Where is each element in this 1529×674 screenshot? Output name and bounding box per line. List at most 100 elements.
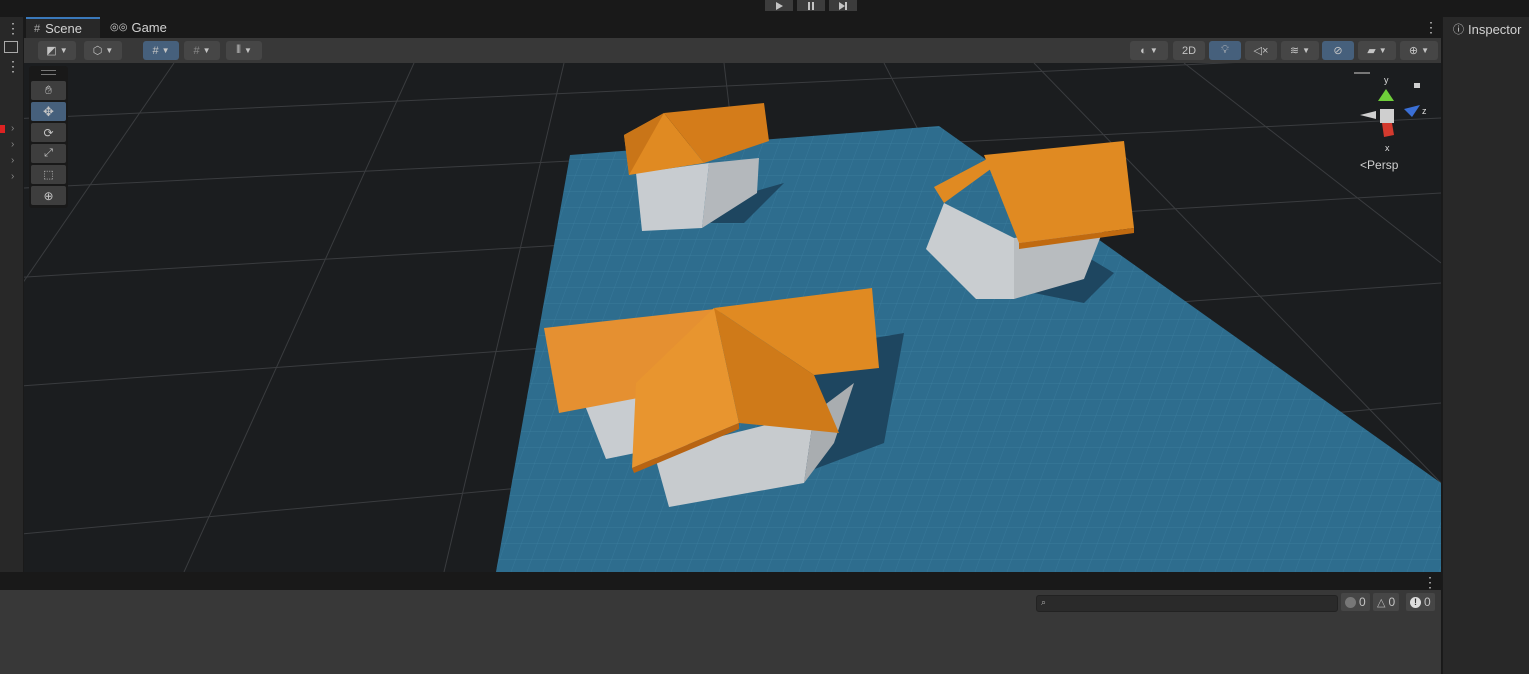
error-icon: ! <box>1410 596 1421 608</box>
scene-toolbar: ◩ ▼ ⬡ ▼ # ▼ # ▼ ⦀ ▼ ◐ ▼ 2D 💡︎ ◁× ≋ ▼ ⊘ ▰… <box>24 38 1441 64</box>
more-options-icon[interactable]: ⋮ <box>1423 575 1437 589</box>
chevron-down-icon: ▼ <box>1421 46 1430 55</box>
orientation-gizmo[interactable]: y z x <box>1354 71 1434 171</box>
info-count: 0 <box>1359 595 1366 609</box>
scale-tool-button[interactable]: ⤢ <box>31 144 66 163</box>
gizmo-z-label: z <box>1422 106 1427 116</box>
info-icon: ⓘ <box>1453 24 1464 36</box>
transform-tool-button[interactable]: ⊕ <box>31 186 66 205</box>
sphere-icon: ◐ <box>1140 44 1147 57</box>
pause-button[interactable] <box>797 0 825 11</box>
grid-snapping-toggle[interactable]: # ▼ <box>184 41 220 60</box>
hand-tool-button[interactable]: ✋︎ <box>31 81 66 100</box>
y-axis-cone <box>1378 89 1394 101</box>
gizmo-y-label: y <box>1384 75 1389 85</box>
console-log-area[interactable] <box>0 614 1441 674</box>
rect-tool-button[interactable]: ⬚ <box>31 165 66 184</box>
drag-handle[interactable] <box>41 70 56 75</box>
info-count-toggle[interactable]: 0 <box>1341 593 1370 611</box>
rotate-icon: ⟳ <box>43 125 54 140</box>
more-options-icon[interactable]: ⋮ <box>6 59 20 73</box>
audio-toggle[interactable]: ◁× <box>1245 41 1277 60</box>
effects-icon: ≋ <box>1289 45 1300 57</box>
chevron-right-icon[interactable]: › <box>11 155 14 166</box>
grid-snap-dropdown[interactable]: # ▼ <box>143 41 179 60</box>
chevron-down-icon: ▼ <box>243 46 252 55</box>
tab-scene-label: Scene <box>45 21 82 36</box>
shading-mode-dropdown[interactable]: ◐ ▼ <box>1130 41 1168 60</box>
warning-icon: △ <box>1377 596 1386 609</box>
tab-scene[interactable]: # Scene <box>26 17 100 38</box>
lighting-toggle[interactable]: 💡︎ <box>1209 41 1241 60</box>
chevron-right-icon[interactable]: › <box>11 123 14 134</box>
cube-icon: ⬡ <box>92 45 103 57</box>
play-button[interactable] <box>765 0 793 11</box>
snap-grid-icon: # <box>193 44 200 57</box>
scale-icon: ⤢ <box>44 147 53 159</box>
projection-toggle[interactable]: <Persp <box>1360 158 1398 172</box>
inspector-panel: ⓘ Inspector <box>1442 17 1529 674</box>
chevron-down-icon: ▼ <box>105 46 114 55</box>
camera-icon: ▰ <box>1367 45 1376 57</box>
hierarchy-collapsed-panel: ⋮ ⋮ › › › › <box>0 17 24 572</box>
more-options-icon[interactable]: ⋮ <box>1424 20 1438 34</box>
persp-icon: < <box>1360 158 1368 172</box>
gamepad-icon: ◎◎ <box>110 22 128 33</box>
effects-dropdown[interactable]: ≋ ▼ <box>1281 41 1319 60</box>
play-mode-bar <box>0 0 1529 17</box>
warning-count: 0 <box>1388 595 1396 609</box>
search-icon: ⌕ <box>1041 597 1047 607</box>
gizmos-dropdown[interactable]: ⊕ ▼ <box>1400 41 1438 60</box>
chevron-down-icon: ▼ <box>1302 46 1311 55</box>
scene-render <box>24 63 1441 572</box>
chevron-down-icon: ▼ <box>59 46 68 55</box>
lightbulb-icon: 💡︎ <box>1221 44 1229 56</box>
neg-x-cone <box>1360 111 1376 119</box>
chevron-down-icon: ▼ <box>1149 46 1158 55</box>
toggle-2d-label: 2D <box>1181 44 1197 57</box>
render-mode-dropdown[interactable]: ⬡ ▼ <box>84 41 122 60</box>
more-options-icon[interactable]: ⋮ <box>6 21 20 35</box>
scene-tab-bar: # Scene ◎◎ Game ⋮ <box>24 17 1441 38</box>
error-count-toggle[interactable]: ! 0 <box>1406 593 1435 611</box>
move-icon: ✥ <box>43 103 54 119</box>
step-button[interactable] <box>829 0 857 11</box>
info-icon <box>1345 596 1356 608</box>
scene-visibility-toggle[interactable]: ⊘ <box>1322 41 1354 60</box>
mute-icon: ◁× <box>1253 45 1269 57</box>
grid-y-icon: # <box>152 44 159 57</box>
console-tab-bar: ⋮ <box>0 573 1441 590</box>
increment-snap-dropdown[interactable]: ⦀ ▼ <box>226 41 262 60</box>
shaded-icon: ◩ <box>46 45 57 57</box>
pause-icon <box>808 1 814 10</box>
error-marker <box>0 125 5 133</box>
inspector-title: Inspector <box>1468 21 1522 37</box>
transform-icon: ⊕ <box>43 188 54 203</box>
hand-icon: ✋︎ <box>45 83 52 97</box>
scene-viewport[interactable]: y z x <Persp <box>24 63 1441 572</box>
window-icon[interactable] <box>4 41 18 53</box>
rect-transform-icon: ⬚ <box>43 169 54 181</box>
chevron-down-icon: ▼ <box>1378 46 1387 55</box>
console-toolbar: ⌕ 0 △ 0 ! 0 <box>0 590 1441 615</box>
gizmo-x-label: x <box>1385 143 1390 153</box>
draw-mode-dropdown[interactable]: ◩ ▼ <box>38 41 76 60</box>
rotate-tool-button[interactable]: ⟳ <box>31 123 66 142</box>
tab-game[interactable]: ◎◎ Game <box>104 17 180 38</box>
console-search-input[interactable]: ⌕ <box>1036 595 1338 612</box>
tab-game-label: Game <box>131 20 167 35</box>
projection-label: Persp <box>1367 158 1399 172</box>
chevron-right-icon[interactable]: › <box>11 139 14 150</box>
center-cube <box>1380 109 1394 123</box>
tab-inspector[interactable]: ⓘ Inspector <box>1453 21 1521 37</box>
warning-count-toggle[interactable]: △ 0 <box>1373 593 1400 611</box>
camera-dropdown[interactable]: ▰ ▼ <box>1358 41 1396 60</box>
x-axis-cone <box>1382 123 1394 137</box>
grid-icon: # <box>34 22 41 35</box>
toggle-2d-button[interactable]: 2D <box>1173 41 1205 60</box>
tools-overlay: ✋︎ ✥ ⟳ ⤢ ⬚ ⊕ <box>29 66 68 208</box>
chevron-right-icon[interactable]: › <box>11 171 14 182</box>
move-tool-button[interactable]: ✥ <box>31 102 66 121</box>
error-count: 0 <box>1424 595 1431 609</box>
eye-slash-icon: ⊘ <box>1333 45 1343 57</box>
